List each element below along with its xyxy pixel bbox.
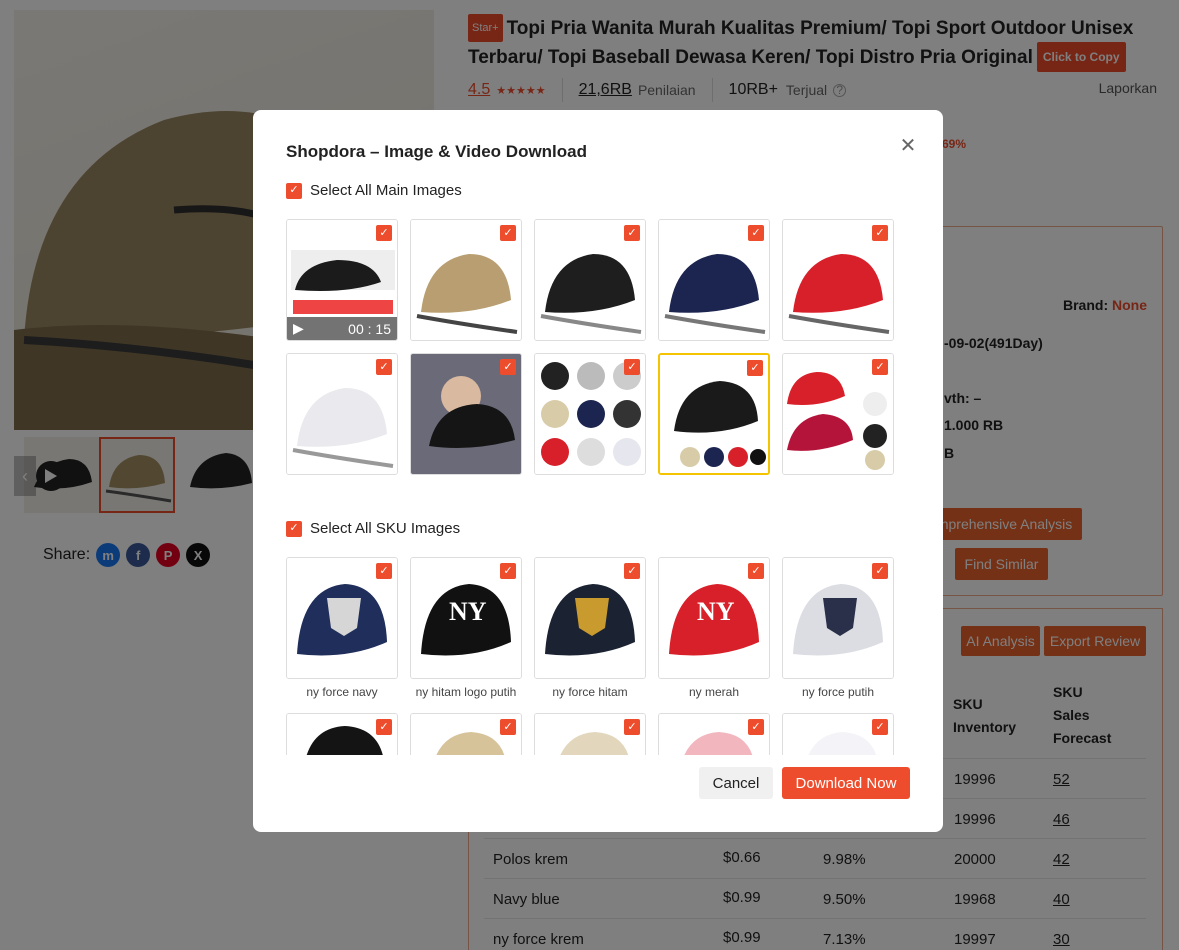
checkbox-checked-icon[interactable]: ✓ [747, 360, 763, 376]
checkbox-checked-icon[interactable]: ✓ [376, 359, 392, 375]
main-image-tile[interactable]: ✓ [658, 353, 770, 475]
main-image-tile[interactable]: ✓ [534, 219, 646, 341]
checkbox-checked-icon[interactable]: ✓ [748, 563, 764, 579]
cancel-button[interactable]: Cancel [699, 767, 773, 799]
video-bar: ▶ 00 : 15 [287, 317, 397, 340]
download-dialog: Shopdora – Image & Video Download ✕ ✓ Se… [253, 110, 943, 832]
select-all-main-label: Select All Main Images [310, 182, 462, 199]
checkbox-checked-icon[interactable]: ✓ [872, 719, 888, 735]
svg-text:NY: NY [449, 597, 487, 626]
checkbox-checked-icon[interactable]: ✓ [748, 225, 764, 241]
sku-image-tile[interactable]: ✓ [286, 713, 398, 755]
sku-image-tile[interactable]: ✓ [782, 713, 894, 755]
sku-image-tile[interactable]: NY ✓ [410, 557, 522, 679]
checkbox-checked-icon[interactable]: ✓ [624, 359, 640, 375]
sku-caption: ny force navy [306, 685, 378, 699]
main-image-tile[interactable]: ✓ [410, 219, 522, 341]
checkbox-checked-icon[interactable]: ✓ [286, 182, 302, 199]
close-icon[interactable]: ✕ [899, 135, 917, 157]
main-image-tile[interactable]: ✓ [782, 353, 894, 475]
main-image-tile[interactable]: ✓ [782, 219, 894, 341]
sku-caption: ny merah [688, 685, 740, 699]
checkbox-checked-icon[interactable]: ✓ [500, 359, 516, 375]
checkbox-checked-icon[interactable]: ✓ [286, 520, 302, 537]
select-all-sku-label: Select All SKU Images [310, 520, 461, 537]
sku-image-tile[interactable]: ✓ [782, 557, 894, 679]
svg-text:NY: NY [697, 597, 735, 626]
sku-image-tile[interactable]: ✓ [534, 557, 646, 679]
checkbox-checked-icon[interactable]: ✓ [872, 563, 888, 579]
checkbox-checked-icon[interactable]: ✓ [376, 225, 392, 241]
sku-image-tile[interactable]: ✓ [658, 713, 770, 755]
checkbox-checked-icon[interactable]: ✓ [872, 225, 888, 241]
sku-scroll-area[interactable]: ✓ ny force navy NY ✓ ny hitam logo putih… [286, 557, 906, 755]
main-image-tile-video[interactable]: ✓ ▶ 00 : 15 [286, 219, 398, 341]
checkbox-checked-icon[interactable]: ✓ [748, 719, 764, 735]
video-duration: 00 : 15 [348, 320, 391, 337]
sku-image-tile[interactable]: ✓ [534, 713, 646, 755]
checkbox-checked-icon[interactable]: ✓ [624, 719, 640, 735]
sku-image-tile[interactable]: NY ✓ [658, 557, 770, 679]
download-now-button[interactable]: Download Now [782, 767, 910, 799]
checkbox-checked-icon[interactable]: ✓ [624, 563, 640, 579]
checkbox-checked-icon[interactable]: ✓ [624, 225, 640, 241]
sku-caption: ny force putih [801, 685, 875, 699]
main-image-tile[interactable]: ✓ [410, 353, 522, 475]
checkbox-checked-icon[interactable]: ✓ [500, 719, 516, 735]
main-image-tile[interactable]: ✓ [534, 353, 646, 475]
sku-image-tile[interactable]: ✓ [410, 713, 522, 755]
sku-caption: ny force hitam [552, 685, 628, 699]
video-icon: ▶ [293, 320, 304, 336]
dialog-title: Shopdora – Image & Video Download [286, 142, 588, 161]
sku-image-tile[interactable]: ✓ [286, 557, 398, 679]
checkbox-checked-icon[interactable]: ✓ [376, 719, 392, 735]
checkbox-checked-icon[interactable]: ✓ [872, 359, 888, 375]
checkbox-checked-icon[interactable]: ✓ [376, 563, 392, 579]
main-image-tile[interactable]: ✓ [286, 353, 398, 475]
checkbox-checked-icon[interactable]: ✓ [500, 563, 516, 579]
select-all-sku-checkbox[interactable]: ✓ Select All SKU Images [286, 520, 460, 537]
main-image-tile[interactable]: ✓ [658, 219, 770, 341]
sku-caption: ny hitam logo putih [415, 685, 517, 699]
checkbox-checked-icon[interactable]: ✓ [500, 225, 516, 241]
select-all-main-checkbox[interactable]: ✓ Select All Main Images [286, 182, 462, 199]
